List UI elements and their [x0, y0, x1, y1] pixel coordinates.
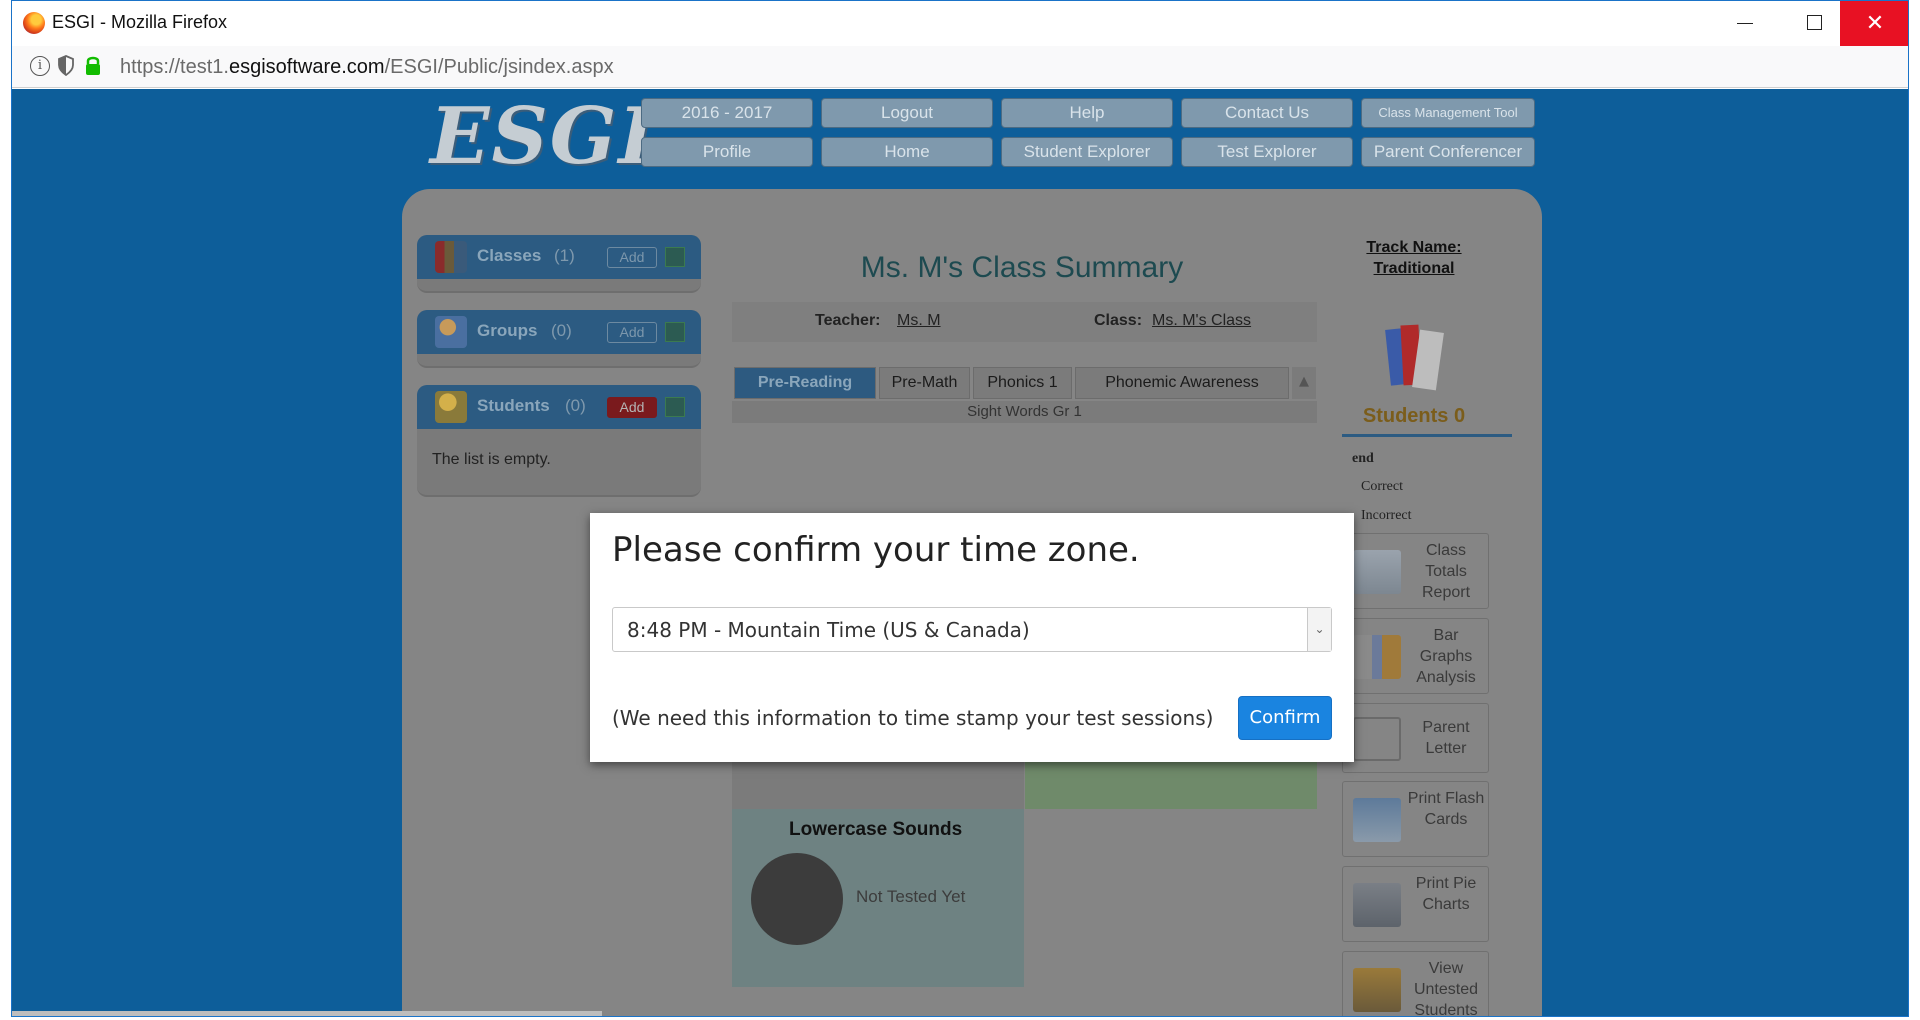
firefox-icon — [23, 12, 45, 34]
title-bar: ESGI - Mozilla Firefox ✕ — [12, 1, 1908, 46]
minimize-icon — [1737, 23, 1753, 24]
page-background: ESGI 2016 - 2017 Logout Help Contact Us … — [12, 89, 1908, 1016]
url-text[interactable]: https://test1.esgisoftware.com/ESGI/Publ… — [120, 56, 614, 79]
url-prefix: https://test1. — [120, 56, 229, 78]
page-viewport: ESGI 2016 - 2017 Logout Help Contact Us … — [12, 89, 1908, 1016]
browser-window: ESGI - Mozilla Firefox ✕ i https://test1… — [11, 0, 1909, 1017]
chevron-down-icon[interactable]: ⌄ — [1307, 608, 1331, 651]
tracking-shield-icon[interactable] — [57, 55, 75, 76]
dialog-title: Please confirm your time zone. — [612, 530, 1140, 570]
minimize-button[interactable] — [1709, 1, 1779, 46]
dialog-note: (We need this information to time stamp … — [612, 706, 1214, 730]
close-button[interactable]: ✕ — [1840, 1, 1908, 46]
address-bar[interactable]: i https://test1.esgisoftware.com/ESGI/Pu… — [12, 46, 1908, 88]
time-zone-selected-value: 8:48 PM - Mountain Time (US & Canada) — [627, 618, 1030, 642]
close-icon: ✕ — [1865, 11, 1885, 36]
lock-icon[interactable] — [84, 54, 102, 76]
horizontal-scrollbar[interactable] — [12, 1011, 602, 1016]
maximize-icon — [1807, 15, 1822, 30]
url-domain: esgisoftware.com — [228, 56, 385, 78]
time-zone-dialog: Please confirm your time zone. 8:48 PM -… — [590, 513, 1354, 762]
time-zone-select[interactable]: 8:48 PM - Mountain Time (US & Canada) ⌄ — [612, 607, 1332, 652]
info-icon[interactable]: i — [30, 56, 50, 76]
window-title: ESGI - Mozilla Firefox — [52, 12, 228, 32]
url-path: /ESGI/Public/jsindex.aspx — [384, 56, 614, 78]
maximize-button[interactable] — [1779, 1, 1849, 46]
confirm-button[interactable]: Confirm — [1238, 696, 1332, 740]
